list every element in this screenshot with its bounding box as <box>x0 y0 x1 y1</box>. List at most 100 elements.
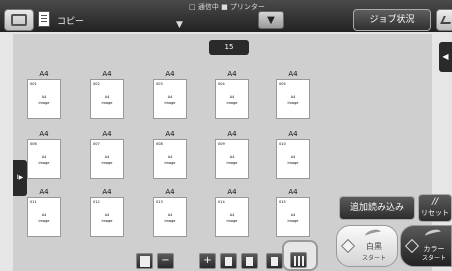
color-diamond-icon <box>404 238 420 254</box>
right-panel-handle[interactable]: ◀ <box>439 42 452 72</box>
page-image-text: image <box>287 219 299 223</box>
page-a4-text: A4 <box>167 155 173 159</box>
page-number: 006 <box>30 142 37 146</box>
reset-icon: // <box>431 197 439 207</box>
left-panel-handle[interactable]: I▶ <box>13 160 27 196</box>
job-status-button[interactable]: ジョブ状況 <box>353 9 431 31</box>
page-preview: 002 A4 image <box>90 79 124 119</box>
grid-view-button[interactable] <box>290 252 307 268</box>
color-swoosh-icon <box>424 228 442 240</box>
home-button[interactable] <box>4 9 34 31</box>
page-number: 015 <box>279 200 286 204</box>
legend-printer: ■ プリンター <box>221 3 265 11</box>
chevron-down-icon[interactable]: ▼ <box>176 20 183 30</box>
page-thumbnail[interactable]: A4 007 A4 image <box>90 130 124 179</box>
app-title: コピー <box>57 17 85 27</box>
page-number: 007 <box>93 142 100 146</box>
page-preview: 004 A4 image <box>215 79 249 119</box>
page-number: 004 <box>218 82 225 86</box>
page-a4-text: A4 <box>104 155 110 159</box>
settings-button[interactable] <box>436 9 452 31</box>
page-number: 003 <box>156 82 163 86</box>
zoom-out-button[interactable]: − <box>157 253 174 269</box>
page-preview: 015 A4 image <box>276 197 310 237</box>
page-image-text: image <box>38 101 50 105</box>
top-bar: コピー ▼ □ 通信中 ■ プリンター ▼ ジョブ状況 <box>0 0 452 32</box>
page-number: 012 <box>93 200 100 204</box>
paper-size-label: A4 <box>165 70 175 78</box>
page-thumbnail[interactable]: A4 005 A4 image <box>276 70 310 119</box>
page-thumbnail[interactable]: A4 006 A4 image <box>27 130 61 179</box>
page-a4-text: A4 <box>229 95 235 99</box>
page-a4-text: A4 <box>104 95 110 99</box>
page-thumbnail[interactable]: A4 009 A4 image <box>215 130 249 179</box>
bw-start-button[interactable]: 白黒 スタート <box>336 225 398 267</box>
page-number: 005 <box>279 82 286 86</box>
page-image-text: image <box>226 101 238 105</box>
page-preview: 005 A4 image <box>276 79 310 119</box>
page-icon <box>271 257 278 266</box>
page-thumbnail[interactable]: A4 015 A4 image <box>276 188 310 237</box>
paper-size-label: A4 <box>288 130 298 138</box>
paper-size-label: A4 <box>39 130 49 138</box>
page-number: 002 <box>93 82 100 86</box>
page-preview: 010 A4 image <box>276 139 310 179</box>
page-thumbnail[interactable]: A4 008 A4 image <box>153 130 187 179</box>
page-image-text: image <box>101 101 113 105</box>
paper-size-label: A4 <box>227 188 237 196</box>
page-image-text: image <box>164 219 176 223</box>
page-thumbnail[interactable]: A4 011 A4 image <box>27 188 61 237</box>
page-number: 010 <box>279 142 286 146</box>
page-image-text: image <box>226 161 238 165</box>
reset-button[interactable]: // リセット <box>418 194 452 222</box>
zoom-in-button[interactable]: + <box>199 253 216 269</box>
page-image-text: image <box>287 161 299 165</box>
page-view-button[interactable] <box>136 253 153 269</box>
page-preview: 003 A4 image <box>153 79 187 119</box>
color-start-button[interactable]: カラー スタート <box>400 225 452 267</box>
page-number: 001 <box>30 82 37 86</box>
paper-size-label: A4 <box>288 70 298 78</box>
page-preview: 001 A4 image <box>27 79 61 119</box>
page-a4-text: A4 <box>167 95 173 99</box>
start-swoosh-icon <box>364 228 382 240</box>
page-thumbnail[interactable]: A4 012 A4 image <box>90 188 124 237</box>
page-number: 009 <box>218 142 225 146</box>
page-image-text: image <box>164 161 176 165</box>
bw-start-label: 白黒 <box>366 242 382 251</box>
page-thumbnail[interactable]: A4 013 A4 image <box>153 188 187 237</box>
paper-size-label: A4 <box>227 130 237 138</box>
page-preview: 009 A4 image <box>215 139 249 179</box>
multi-page-button[interactable] <box>266 253 283 269</box>
paper-size-label: A4 <box>165 130 175 138</box>
additional-scan-button[interactable]: 追加読み込み <box>339 196 415 220</box>
page-a4-text: A4 <box>229 213 235 217</box>
two-page-button[interactable] <box>241 253 258 269</box>
bw-start-sub: スタート <box>361 255 386 262</box>
page-image-text: image <box>38 161 50 165</box>
page-a4-text: A4 <box>290 95 296 99</box>
page-icon <box>140 256 150 267</box>
home-icon <box>11 14 27 26</box>
page-image-text: image <box>101 161 113 165</box>
status-dropdown-button[interactable]: ▼ <box>258 11 284 29</box>
page-preview: 011 A4 image <box>27 197 61 237</box>
page-thumbnail[interactable]: A4 001 A4 image <box>27 70 61 119</box>
paper-size-label: A4 <box>102 130 112 138</box>
status-legend: □ 通信中 ■ プリンター <box>189 2 265 12</box>
page-image-text: image <box>287 101 299 105</box>
page-thumbnail[interactable]: A4 003 A4 image <box>153 70 187 119</box>
copy-icon <box>38 11 50 27</box>
grid-icon <box>294 256 305 266</box>
page-preview: 014 A4 image <box>215 197 249 237</box>
page-preview: 008 A4 image <box>153 139 187 179</box>
reset-label: リセット <box>421 209 449 217</box>
page-thumbnail[interactable]: A4 002 A4 image <box>90 70 124 119</box>
page-number: 011 <box>30 200 37 204</box>
page-a4-text: A4 <box>41 155 47 159</box>
page-icon <box>225 257 232 266</box>
single-page-button[interactable] <box>220 253 237 269</box>
page-thumbnail[interactable]: A4 010 A4 image <box>276 130 310 179</box>
page-thumbnail[interactable]: A4 014 A4 image <box>215 188 249 237</box>
page-thumbnail[interactable]: A4 004 A4 image <box>215 70 249 119</box>
